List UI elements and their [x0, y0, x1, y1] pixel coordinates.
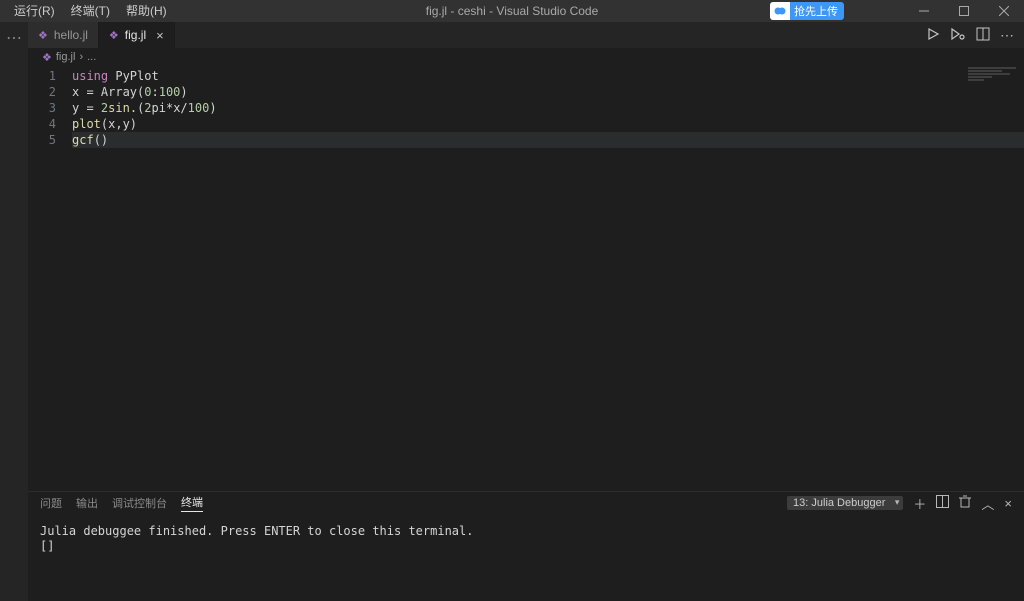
line-number: 4: [28, 116, 56, 132]
token: 100: [188, 101, 210, 115]
token: =: [86, 85, 93, 99]
token: pi: [152, 101, 166, 115]
breadcrumb-sep: ›: [79, 51, 83, 63]
julia-file-icon: ❖: [42, 51, 52, 64]
editor-tabs: ❖ hello.jl ❖ fig.jl × ⋯: [28, 22, 1024, 48]
terminal-line: []: [40, 539, 1012, 554]
line-gutter: 1 2 3 4 5: [28, 66, 72, 491]
token: =: [86, 101, 93, 115]
terminal-line: Julia debuggee finished. Press ENTER to …: [40, 524, 1012, 539]
menu-help[interactable]: 帮助(H): [118, 0, 175, 22]
tab-label: hello.jl: [54, 28, 88, 42]
token: 2: [144, 101, 151, 115]
breadcrumb-file: fig.jl: [56, 51, 76, 63]
run-debug-icon[interactable]: [950, 27, 966, 44]
close-button[interactable]: [984, 0, 1024, 22]
panel-tab-problems[interactable]: 问题: [40, 495, 62, 511]
minimap[interactable]: [960, 66, 1024, 96]
token: gcf: [72, 133, 94, 147]
panel: 问题 输出 调试控制台 终端 13: Julia Debugger ▾ ＋: [28, 491, 1024, 601]
terminal-selector-label: 13: Julia Debugger: [793, 497, 885, 509]
token: *x/: [166, 101, 188, 115]
julia-file-icon: ❖: [38, 29, 48, 42]
terminal-selector[interactable]: 13: Julia Debugger ▾: [787, 496, 903, 510]
cloud-icon: [770, 2, 790, 20]
token: x: [72, 85, 86, 99]
close-panel-icon[interactable]: ×: [1004, 496, 1012, 511]
token: :: [152, 85, 159, 99]
upload-badge[interactable]: 抢先上传: [770, 2, 844, 20]
editor-actions: ⋯: [926, 22, 1024, 48]
token: 0: [144, 85, 151, 99]
terminal-body[interactable]: Julia debuggee finished. Press ENTER to …: [28, 514, 1024, 601]
token-keyword: using: [72, 69, 108, 83]
split-terminal-icon[interactable]: [936, 495, 949, 511]
token: y: [72, 101, 86, 115]
panel-tabs: 问题 输出 调试控制台 终端 13: Julia Debugger ▾ ＋: [28, 492, 1024, 514]
line-number: 3: [28, 100, 56, 116]
panel-tab-terminal[interactable]: 终端: [181, 494, 203, 512]
chevron-up-icon[interactable]: ︿: [981, 494, 994, 513]
upload-label: 抢先上传: [794, 3, 838, 19]
code-area[interactable]: using PyPlot x = Array(0:100) y = 2sin.(…: [72, 66, 1024, 491]
line-number: 5: [28, 132, 56, 148]
titlebar: 运行(R) 终端(T) 帮助(H) fig.jl - ceshi - Visua…: [0, 0, 1024, 22]
minimize-button[interactable]: [904, 0, 944, 22]
tab-hello[interactable]: ❖ hello.jl: [28, 22, 99, 48]
close-icon[interactable]: ×: [156, 28, 164, 43]
split-editor-icon[interactable]: [976, 27, 990, 44]
token: 100: [159, 85, 181, 99]
more-icon[interactable]: ⋯: [1000, 27, 1014, 44]
run-icon[interactable]: [926, 27, 940, 44]
token: (): [94, 133, 108, 147]
token: (x,y): [101, 117, 137, 131]
token: PyPlot: [108, 69, 159, 83]
tab-label: fig.jl: [125, 28, 146, 42]
line-number: 1: [28, 68, 56, 84]
menu-bar: 运行(R) 终端(T) 帮助(H): [6, 0, 175, 22]
token: ): [180, 85, 187, 99]
activity-more-icon[interactable]: ⋯: [6, 28, 22, 48]
line-number: 2: [28, 84, 56, 100]
chevron-down-icon: ▾: [895, 497, 900, 508]
trash-icon[interactable]: [959, 495, 971, 511]
new-terminal-icon[interactable]: ＋: [913, 494, 926, 513]
editor[interactable]: 1 2 3 4 5 using PyPlot x = Array(0:100) …: [28, 66, 1024, 491]
token: .(: [130, 101, 144, 115]
token: Array(: [94, 85, 145, 99]
activity-bar: ⋯: [0, 22, 28, 601]
token: plot: [72, 117, 101, 131]
token: sin: [108, 101, 130, 115]
window-title: fig.jl - ceshi - Visual Studio Code: [426, 4, 599, 18]
token: ): [209, 101, 216, 115]
menu-terminal[interactable]: 终端(T): [63, 0, 118, 22]
menu-run[interactable]: 运行(R): [6, 0, 63, 22]
maximize-button[interactable]: [944, 0, 984, 22]
julia-file-icon: ❖: [109, 29, 119, 42]
panel-tab-output[interactable]: 输出: [76, 495, 98, 511]
breadcrumb[interactable]: ❖ fig.jl › ...: [28, 48, 1024, 66]
breadcrumb-tail: ...: [87, 51, 96, 63]
tab-fig[interactable]: ❖ fig.jl ×: [99, 22, 175, 48]
token: [94, 101, 101, 115]
panel-tab-debug[interactable]: 调试控制台: [112, 495, 167, 511]
